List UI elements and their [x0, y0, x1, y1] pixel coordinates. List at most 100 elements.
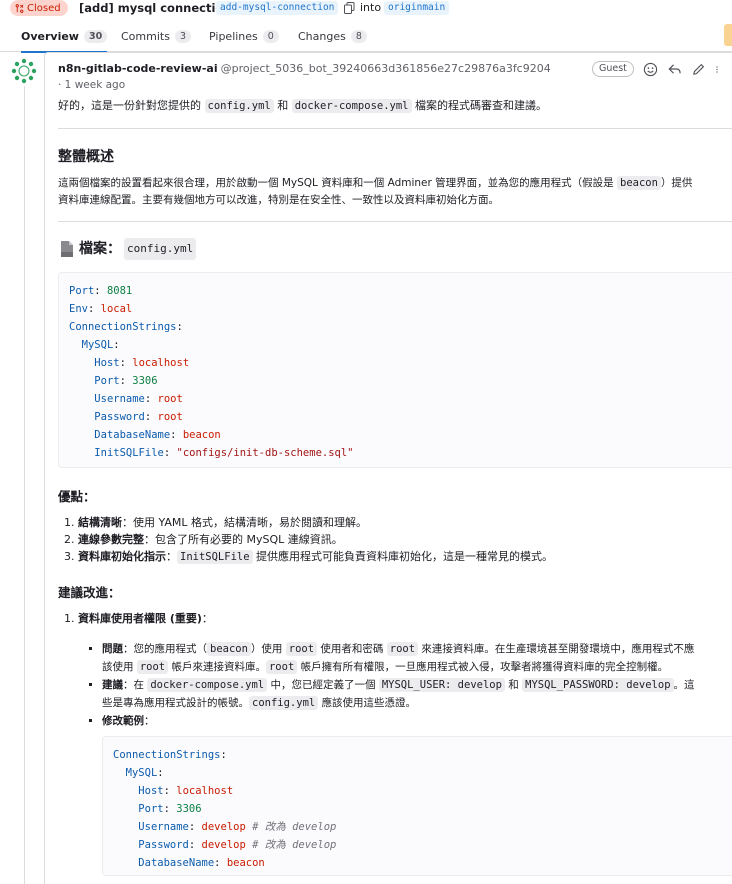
code-line: Env: local — [69, 300, 728, 318]
sub-list: 問題：您的應用程式（beacon）使用 root 使用者和密碼 root 來連接… — [78, 640, 732, 876]
list-item: 連線參數完整：包含了所有必要的 MySQL 連線資訊。 — [78, 531, 732, 548]
pros-heading: 優點： — [58, 489, 96, 504]
text: ：包含了所有必要的 MySQL 連線資訊。 — [144, 533, 343, 546]
code-token: root — [157, 411, 183, 423]
text: 資料庫連線配置。主要有幾個地方可以改進，特別是在安全性、一致性以及資料庫初始化方… — [58, 194, 499, 206]
code-token: : — [113, 339, 120, 351]
mr-tabs: Overview 30 Commits 3 Pipelines 0 Change… — [0, 20, 732, 53]
source-branch-link[interactable]: add-mysql-connection — [216, 1, 339, 15]
more-actions-icon[interactable] — [715, 62, 723, 77]
tab-count: 30 — [83, 29, 108, 43]
code-line: MySQL: — [113, 764, 722, 782]
intro-paragraph: 好的，這是一份針對您提供的 config.yml 和 docker-compos… — [58, 97, 732, 115]
tab-label: Overview — [21, 29, 79, 43]
text: ）使用 — [250, 643, 283, 655]
tab-overview[interactable]: Overview 30 — [21, 20, 108, 53]
inline-code: docker-compose.yml — [291, 99, 412, 113]
code-line: Port: 8081 — [69, 282, 728, 300]
comment-body: 好的，這是一份針對您提供的 config.yml 和 docker-compos… — [58, 97, 732, 876]
code-token: develop — [201, 821, 246, 833]
text: ）提供 — [660, 177, 693, 189]
tab-count: 3 — [174, 29, 191, 43]
target-branch-link[interactable]: originmain — [384, 1, 450, 15]
text: ：在 — [123, 679, 144, 691]
tab-changes[interactable]: Changes 8 — [298, 20, 367, 52]
text: 這兩個檔案的設置看起來很合理，用於啟動一個 MySQL 資料庫和一個 Admin… — [58, 177, 614, 189]
text: ： — [201, 612, 213, 625]
list-item: 資料庫使用者權限 (重要)： 問題：您的應用程式（beacon）使用 root … — [78, 610, 732, 876]
sidebar-toggle-button[interactable] — [724, 24, 732, 46]
code-token: local — [100, 303, 133, 315]
tab-pipelines[interactable]: Pipelines 0 — [209, 20, 279, 52]
improve-heading: 建議改進： — [58, 585, 121, 600]
code-token: : — [220, 749, 227, 761]
into-label: into — [360, 1, 382, 14]
comment-actions — [643, 62, 723, 77]
code-token: : — [188, 839, 202, 851]
inline-code: root — [136, 660, 169, 674]
code-token: : — [163, 803, 177, 815]
code-line: Username: develop # 改為 develop — [113, 818, 722, 836]
author-name[interactable]: n8n-gitlab-code-review-ai — [58, 62, 218, 75]
code-token: InitSQLFile — [94, 447, 164, 459]
text: 和 — [508, 679, 519, 691]
code-token: Username — [138, 821, 189, 833]
code-token: develop — [201, 839, 246, 851]
inline-code: beacon — [617, 176, 661, 190]
code-line: Port: 3306 — [113, 800, 722, 818]
inline-code: config.yml — [124, 238, 197, 260]
mr-header: Closed [add] mysql connection add-mysql-… — [0, 0, 732, 20]
code-token: : — [144, 393, 158, 405]
file-heading: 檔案： config.yml — [58, 238, 732, 260]
list-item: 建議：在 docker-compose.yml 中，您已經定義了一個 MYSQL… — [102, 676, 732, 712]
text: 問題 — [102, 643, 123, 655]
inline-code: config.yml — [249, 696, 319, 710]
code-token: # 改為 develop — [245, 839, 337, 851]
divider — [58, 221, 732, 222]
code-token: # 改為 develop — [245, 821, 337, 833]
emoji-icon[interactable] — [643, 62, 658, 77]
text: 應該使用這些憑證。 — [321, 697, 417, 709]
text: 提供應用程式可能負責資料庫初始化，這是一種常見的模式。 — [252, 550, 554, 563]
code-token: : — [94, 285, 107, 297]
text: 連線參數完整 — [78, 533, 144, 546]
text: 中，您已經定義了一個 — [270, 679, 376, 691]
code-token: : — [144, 411, 158, 423]
comment-timestamp[interactable]: · 1 week ago — [58, 79, 125, 91]
merge-request-closed-icon — [15, 3, 24, 13]
code-token: : — [214, 857, 227, 869]
edit-icon[interactable] — [691, 62, 706, 77]
code-token: 3306 — [176, 803, 202, 815]
text: 檔案： — [79, 241, 121, 257]
tab-commits[interactable]: Commits 3 — [121, 20, 191, 52]
code-token: Env — [69, 303, 88, 315]
code-line: Host: localhost — [69, 354, 728, 372]
code-line: Username: root — [69, 390, 728, 408]
tab-count: 8 — [350, 29, 367, 43]
code-line: ConnectionStrings: — [113, 746, 722, 764]
code-token: localhost — [176, 785, 234, 797]
comment-author: n8n-gitlab-code-review-ai @project_5036_b… — [58, 62, 551, 76]
text: 使用者和密碼 — [320, 643, 384, 655]
text: ：使用 YAML 格式，結構清晰，易於閱讀和理解。 — [122, 516, 368, 529]
code-token: : — [170, 429, 183, 441]
avatar[interactable] — [11, 58, 37, 84]
copy-icon[interactable] — [344, 2, 355, 14]
code-token: : — [163, 785, 177, 797]
code-token: : — [87, 303, 101, 315]
code-token: 3306 — [132, 375, 158, 387]
author-handle[interactable]: @project_5036_bot_39240663d361856e27c298… — [221, 62, 551, 75]
code-line: Password: root — [69, 408, 728, 426]
reply-icon[interactable] — [667, 62, 682, 77]
code-token: Username — [94, 393, 145, 405]
text: 些是專為應用程式設計的帳號。 — [102, 697, 249, 709]
timeline-line — [24, 86, 25, 884]
code-token: MySQL — [125, 767, 158, 779]
text: 檔案的程式碼審查和建議。 — [415, 99, 548, 112]
